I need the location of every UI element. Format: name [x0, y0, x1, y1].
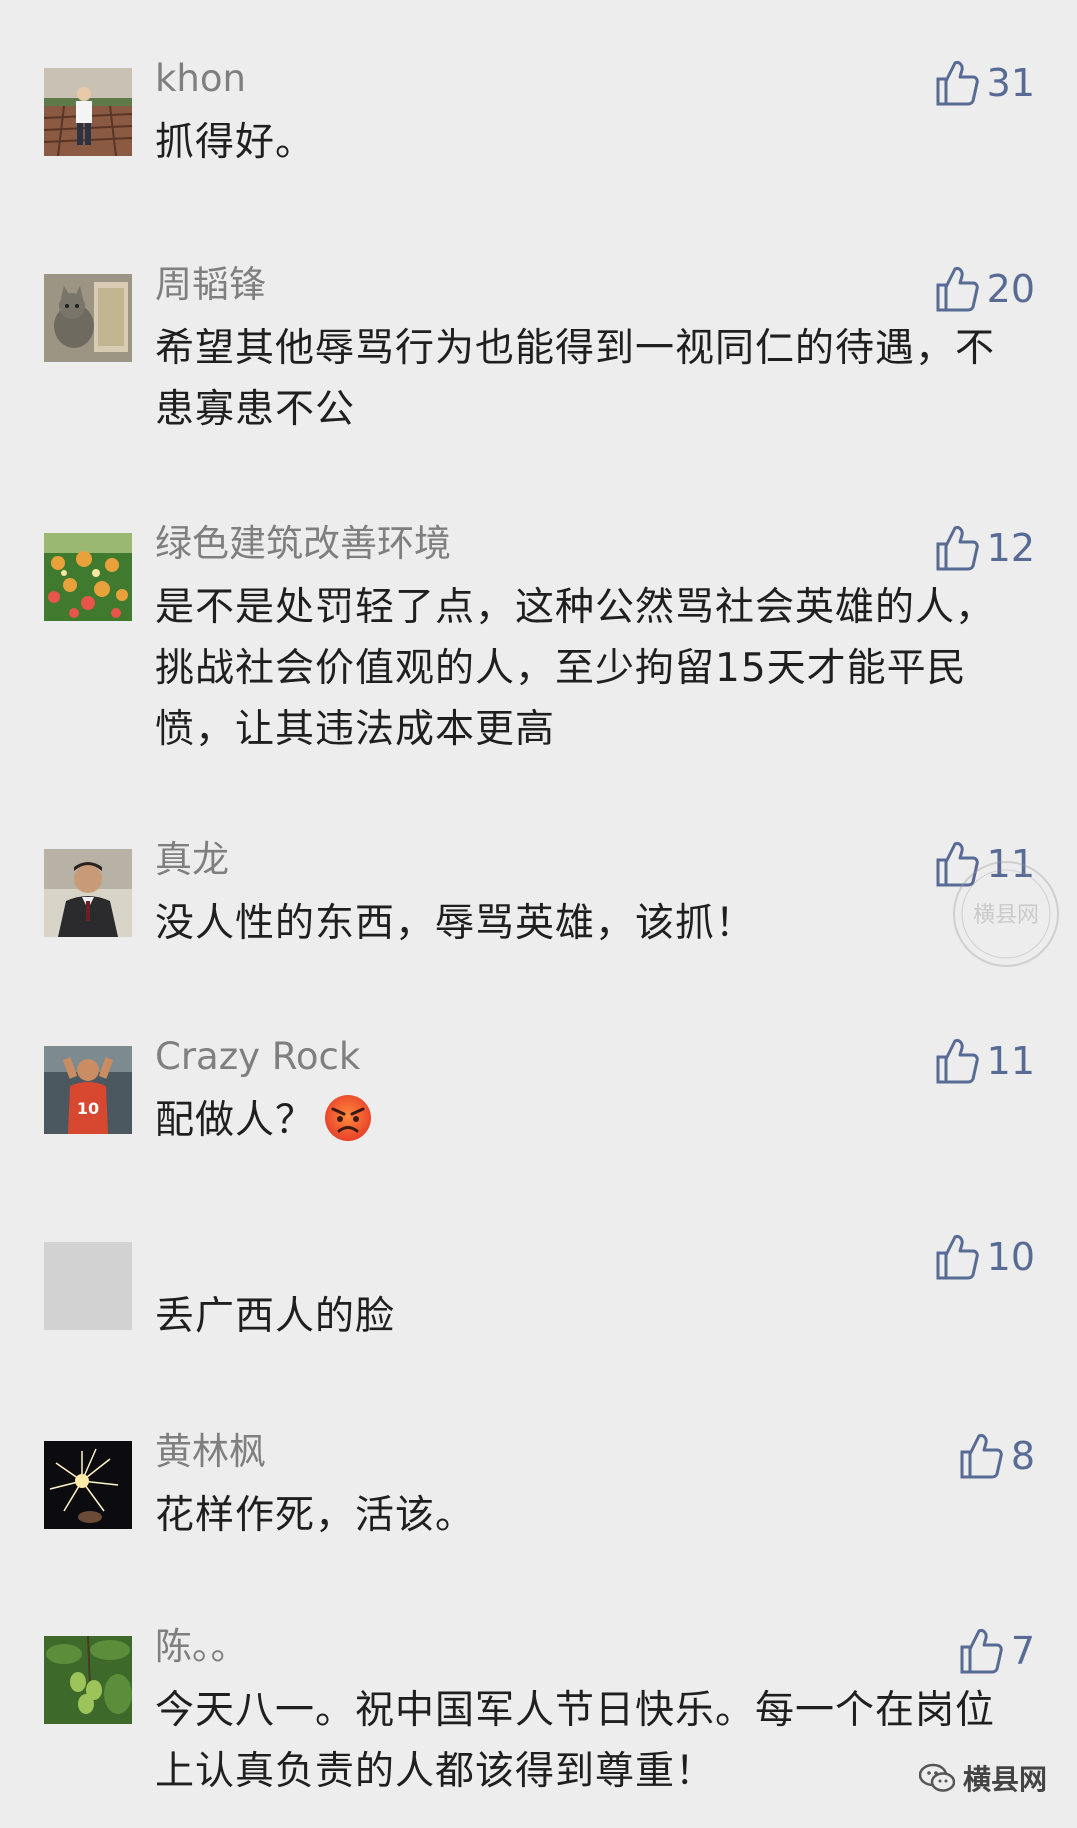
avatar[interactable]	[44, 274, 132, 362]
like-button[interactable]: 10	[935, 1230, 1035, 1284]
like-count: 11	[986, 1039, 1035, 1083]
watermark-seal: 横县网	[953, 861, 1059, 967]
thumbs-up-icon	[936, 1039, 979, 1084]
like-button[interactable]: 11	[935, 1034, 1035, 1088]
like-count: 7	[1010, 1629, 1035, 1673]
like-button[interactable]: 31	[935, 56, 1035, 110]
comment-author[interactable]: 周韬锋	[155, 260, 266, 310]
sparkler-avatar-icon	[44, 1441, 132, 1529]
comment-text: 花样作死，活该。	[155, 1493, 476, 1538]
avatar[interactable]	[44, 849, 132, 937]
man-in-suit-avatar-icon	[44, 849, 132, 937]
comment-author[interactable]: 黄林枫	[155, 1427, 266, 1477]
comment-text: 希望其他辱骂行为也能得到一视同仁的待遇，不患寡患不公	[155, 326, 996, 432]
thumbs-up-icon	[936, 61, 979, 106]
cat-avatar-icon	[44, 274, 132, 362]
comment-text: 配做人？	[155, 1090, 1015, 1151]
comment-text: 今天八一。祝中国军人节日快乐。每一个在岗位上认真负责的人都该得到尊重！	[155, 1688, 996, 1794]
like-count: 12	[986, 526, 1035, 570]
like-button[interactable]: 12	[935, 521, 1035, 575]
like-count: 31	[986, 61, 1035, 105]
comment-author[interactable]: 真龙	[155, 835, 229, 885]
comment-text: 抓得好。	[155, 120, 316, 165]
like-count: 8	[1010, 1434, 1035, 1478]
comment-list: khon 31 抓得好。 周韬锋 20 希望其他辱骂行为也能得到一视同仁的待遇，…	[0, 0, 1077, 1828]
avatar[interactable]	[44, 1242, 132, 1330]
comment-text-content: 配做人？	[155, 1098, 316, 1143]
wechat-icon	[918, 1763, 955, 1792]
construction-site-avatar-icon	[44, 68, 132, 156]
comment-author[interactable]: khon	[155, 54, 246, 104]
like-count: 20	[986, 267, 1035, 311]
basketball-player-avatar-icon: 10	[44, 1046, 132, 1134]
watermark-seal-text: 横县网	[973, 903, 1039, 928]
comment-text: 没人性的东西，辱骂英雄，该抓！	[155, 901, 756, 946]
comment-author[interactable]: 陈。。	[155, 1622, 248, 1672]
like-button[interactable]: 20	[935, 262, 1035, 316]
angry-face-emoji-icon	[325, 1095, 372, 1141]
flowers-avatar-icon	[44, 533, 132, 621]
comment-author[interactable]: 绿色建筑改善环境	[155, 519, 451, 569]
like-button[interactable]: 8	[959, 1429, 1035, 1483]
comment-author[interactable]: Crazy Rock	[155, 1032, 360, 1082]
avatar[interactable]: 10	[44, 1046, 132, 1134]
mango-tree-avatar-icon	[44, 1636, 132, 1724]
like-count: 10	[986, 1235, 1035, 1279]
avatar[interactable]	[44, 68, 132, 156]
comment-text: 是不是处罚轻了点，这种公然骂社会英雄的人，挑战社会价值观的人，至少拘留15天才能…	[155, 585, 996, 752]
thumbs-up-icon	[936, 526, 979, 571]
svg-text:10: 10	[77, 1099, 99, 1118]
watermark-footer-text: 横县网	[962, 1763, 1047, 1796]
thumbs-up-icon	[960, 1629, 1003, 1674]
thumbs-up-icon	[936, 1235, 979, 1280]
avatar[interactable]	[44, 1441, 132, 1529]
avatar[interactable]	[44, 1636, 132, 1724]
avatar[interactable]	[44, 533, 132, 621]
thumbs-up-icon	[936, 267, 979, 312]
like-button[interactable]: 7	[959, 1624, 1035, 1678]
comment-text: 丢广西人的脸	[155, 1294, 396, 1339]
watermark-footer: 横县网	[918, 1758, 1047, 1798]
thumbs-up-icon	[960, 1434, 1003, 1479]
